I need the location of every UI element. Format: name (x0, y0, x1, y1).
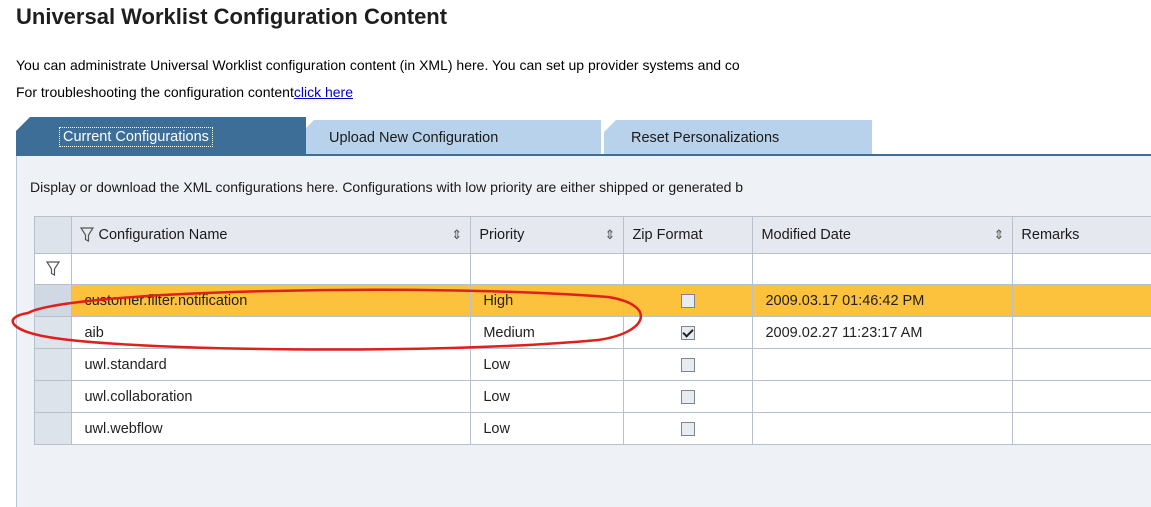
cell-name: customer.filter.notification (71, 284, 472, 317)
table-row[interactable]: customer.filter.notification High 2009.0… (33, 284, 1151, 317)
column-label: Zip Format (632, 227, 703, 243)
cell-priority: Low (470, 412, 625, 445)
column-header-remarks[interactable]: Remarks (1012, 216, 1151, 254)
tab-current-configurations[interactable]: Current Configurations (16, 117, 306, 156)
sort-icon[interactable]: ⇕ (605, 227, 616, 243)
select-all-header[interactable] (33, 216, 73, 254)
cell-priority: High (470, 284, 625, 317)
filter-cell-name[interactable] (71, 253, 472, 285)
filter-cell-zip[interactable] (623, 253, 754, 285)
filter-cell-priority[interactable] (470, 253, 625, 285)
tab-label: Reset Personalizations (631, 130, 780, 146)
tab-label: Upload New Configuration (329, 130, 499, 146)
cell-name: uwl.standard (71, 348, 472, 381)
cell-remarks (1012, 284, 1151, 317)
zip-checkbox[interactable] (681, 421, 696, 436)
troubleshoot-text: For troubleshooting the configuration co… (16, 84, 294, 100)
filter-cell-modified[interactable] (752, 253, 1014, 285)
tab-upload-new-configuration[interactable]: Upload New Configuration (302, 120, 601, 156)
tab-strip: Reset Personalizations Upload New Config… (16, 117, 1151, 156)
sort-icon[interactable]: ⇕ (451, 227, 462, 243)
panel-description: Display or download the XML configuratio… (30, 179, 744, 195)
table-row[interactable]: uwl.webflow Low (33, 412, 1151, 445)
troubleshoot-line: For troubleshooting the configuration co… (16, 84, 353, 100)
row-selector[interactable] (33, 316, 73, 349)
column-label: Priority (479, 227, 525, 243)
table-row[interactable]: uwl.standard Low (33, 348, 1151, 381)
filter-cell-remarks[interactable] (1012, 253, 1151, 285)
cell-name: uwl.webflow (71, 412, 472, 445)
row-selector[interactable] (33, 284, 73, 317)
configurations-table: Configuration Name ⇕ Priority ⇕ Zip Form… (33, 216, 1151, 445)
cell-name: aib (71, 316, 472, 349)
filter-icon[interactable] (46, 261, 61, 277)
header-row: Configuration Name ⇕ Priority ⇕ Zip Form… (33, 216, 1151, 254)
row-selector[interactable] (33, 348, 73, 381)
row-selector[interactable] (33, 412, 73, 445)
cell-priority: Medium (470, 316, 625, 349)
table-row[interactable]: uwl.collaboration Low (33, 380, 1151, 413)
cell-priority: Low (470, 348, 625, 381)
cell-zip (623, 348, 754, 381)
column-header-zip-format[interactable]: Zip Format (623, 216, 754, 254)
cell-remarks (1012, 412, 1151, 445)
cell-remarks (1012, 348, 1151, 381)
column-label: Configuration Name (98, 226, 228, 243)
cell-zip (623, 380, 754, 413)
cell-modified (752, 412, 1014, 445)
column-header-configuration-name[interactable]: Configuration Name ⇕ (71, 216, 472, 254)
zip-checkbox[interactable] (681, 357, 696, 372)
filter-toggle[interactable] (33, 253, 73, 285)
cell-modified: 2009.02.27 11:23:17 AM (752, 316, 1014, 349)
cell-zip (623, 412, 754, 445)
cell-modified (752, 380, 1014, 413)
row-selector[interactable] (33, 380, 73, 413)
column-header-priority[interactable]: Priority ⇕ (470, 216, 625, 254)
cell-modified: 2009.03.17 01:46:42 PM (752, 284, 1014, 317)
column-label: Remarks (1021, 227, 1080, 243)
zip-checkbox[interactable] (681, 293, 696, 308)
troubleshoot-link[interactable]: click here (294, 84, 353, 100)
page-title: Universal Worklist Configuration Content (16, 4, 448, 29)
tab-label: Current Configurations (59, 126, 213, 147)
page-description: You can administrate Universal Worklist … (16, 57, 740, 73)
table-row[interactable]: aib Medium 2009.02.27 11:23:17 AM (33, 316, 1151, 349)
filter-row (33, 253, 1151, 285)
cell-zip (623, 316, 754, 349)
sort-icon[interactable]: ⇕ (994, 227, 1005, 243)
zip-checkbox[interactable] (681, 325, 696, 340)
cell-priority: Low (470, 380, 625, 413)
cell-modified (752, 348, 1014, 381)
column-header-modified-date[interactable]: Modified Date ⇕ (752, 216, 1014, 254)
column-label: Modified Date (761, 227, 851, 243)
cell-zip (623, 284, 754, 317)
cell-name: uwl.collaboration (71, 380, 472, 413)
cell-remarks (1012, 316, 1151, 349)
filter-icon[interactable] (80, 227, 95, 243)
zip-checkbox[interactable] (681, 389, 696, 404)
configurations-panel: Display or download the XML configuratio… (16, 156, 1151, 507)
tab-reset-personalizations[interactable]: Reset Personalizations (604, 120, 872, 156)
cell-remarks (1012, 380, 1151, 413)
